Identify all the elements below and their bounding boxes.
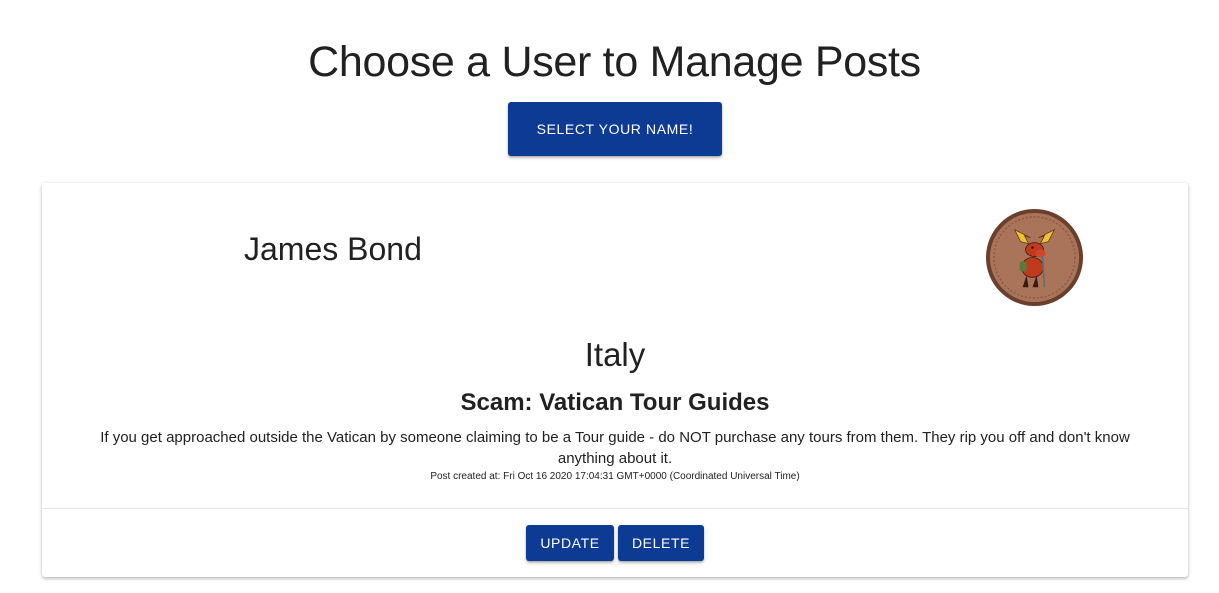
post-card: James Bond Italy Scam: Vatican Tour Guid… bbox=[42, 183, 1188, 577]
post-body: If you get approached outside the Vatica… bbox=[100, 429, 1130, 467]
page: Choose a User to Manage Posts SELECT YOU… bbox=[0, 0, 1219, 593]
delete-button[interactable]: DELETE bbox=[618, 525, 704, 561]
update-button[interactable]: UPDATE bbox=[526, 525, 614, 561]
post-title: Scam: Vatican Tour Guides bbox=[460, 389, 770, 416]
card-divider bbox=[42, 508, 1188, 509]
post-country: Italy bbox=[584, 336, 646, 373]
post-actions: UPDATE DELETE bbox=[42, 525, 1188, 561]
post-created-at: Post created at: Fri Oct 16 2020 17:04:3… bbox=[430, 471, 800, 482]
post-author-name: James Bond bbox=[244, 231, 422, 267]
page-title: Choose a User to Manage Posts bbox=[308, 38, 921, 86]
select-your-name-button[interactable]: SELECT YOUR NAME! bbox=[508, 102, 722, 156]
moose-patch-icon bbox=[985, 208, 1084, 307]
